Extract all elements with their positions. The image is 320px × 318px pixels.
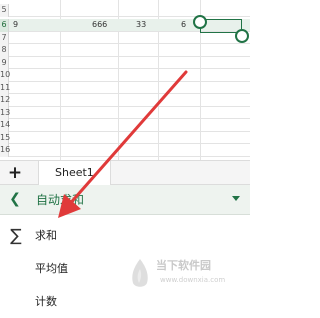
panel-title[interactable]: 自动求和 xyxy=(36,191,84,209)
sigma-icon: ∑ xyxy=(10,226,22,246)
cell-b6[interactable]: 666 xyxy=(92,19,107,32)
selection-handle-start[interactable] xyxy=(193,15,207,29)
row-7[interactable]: 7 xyxy=(0,31,250,44)
menu-item-sum[interactable]: ∑ 求和 xyxy=(0,222,250,252)
sheet-tab-bar: + Sheet1 xyxy=(0,160,250,185)
menu-item-label: 计数 xyxy=(35,295,57,308)
menu-item-label: 求和 xyxy=(35,229,57,242)
watermark-text: 当下软件园 xyxy=(156,259,211,272)
add-sheet-button[interactable]: + xyxy=(6,163,24,183)
row-10[interactable]: 10 xyxy=(0,69,250,82)
row-header[interactable]: 16 xyxy=(0,144,10,157)
row-header[interactable]: 6 xyxy=(0,19,9,32)
row-14[interactable]: 14 xyxy=(0,119,250,132)
row-header[interactable]: 11 xyxy=(0,81,10,94)
watermark-logo xyxy=(132,259,148,287)
chevron-left-icon[interactable]: ❮ xyxy=(7,190,23,208)
row-13[interactable]: 13 xyxy=(0,106,250,119)
watermark-url: www.downxia.com xyxy=(160,276,226,284)
row-header[interactable]: 5 xyxy=(0,4,9,17)
row-header[interactable]: 9 xyxy=(0,56,9,69)
cell-a6[interactable]: 9 xyxy=(13,19,18,32)
row-15[interactable]: 15 xyxy=(0,131,250,144)
row-5[interactable]: 5 xyxy=(0,4,250,17)
cell-d6[interactable]: 6 xyxy=(181,19,186,32)
row-12[interactable]: 12 xyxy=(0,94,250,107)
selection-handle-end[interactable] xyxy=(235,29,249,43)
row-header[interactable]: 12 xyxy=(0,94,10,107)
row-header[interactable]: 7 xyxy=(0,31,9,44)
row-9[interactable]: 9 xyxy=(0,56,250,69)
cell-c6[interactable]: 33 xyxy=(136,19,146,32)
sheet-tab[interactable]: Sheet1 xyxy=(38,161,111,185)
row-header[interactable]: 8 xyxy=(0,44,9,57)
row-11[interactable]: 11 xyxy=(0,81,250,94)
dropdown-arrow-icon[interactable] xyxy=(232,196,240,201)
row-header[interactable]: 15 xyxy=(0,131,10,144)
watermark: 当下软件园 www.downxia.com xyxy=(128,255,250,301)
function-panel-header: ❮ 自动求和 xyxy=(0,185,250,215)
spreadsheet-grid[interactable]: 5 6 9 666 33 6 7 8 9 10 11 12 13 14 15 1… xyxy=(0,0,250,160)
row-header[interactable]: 14 xyxy=(0,119,10,132)
row-header[interactable]: 13 xyxy=(0,106,10,119)
row-header[interactable]: 10 xyxy=(0,69,10,82)
menu-item-label: 平均值 xyxy=(35,262,68,275)
row-16[interactable]: 16 xyxy=(0,144,250,157)
row-8[interactable]: 8 xyxy=(0,44,250,57)
